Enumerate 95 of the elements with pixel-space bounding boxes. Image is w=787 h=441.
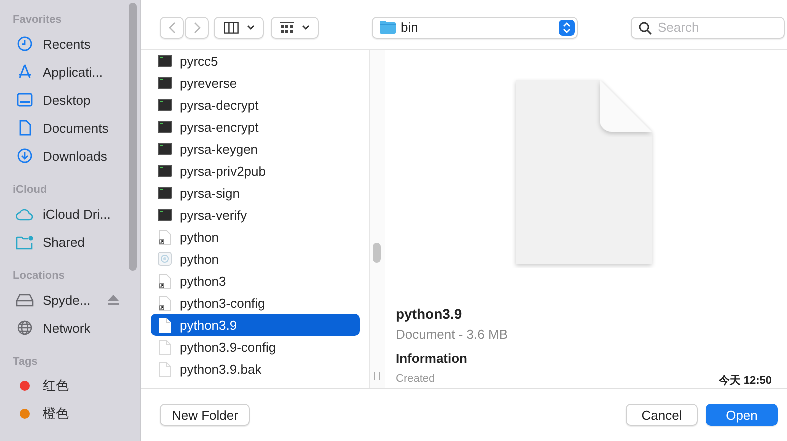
apps-icon — [17, 64, 33, 80]
sidebar-item[interactable]: Network — [43, 320, 91, 336]
alias-file-icon — [159, 274, 171, 288]
section-header: Locations — [12, 269, 66, 284]
file-row[interactable]: pyrsa-encrypt — [151, 116, 360, 138]
sidebar-item[interactable]: Downloads — [43, 148, 108, 164]
columns-icon — [224, 22, 238, 34]
sidebar-item[interactable]: Recents — [43, 36, 91, 52]
file-name: pyrcc5 — [180, 54, 218, 68]
folder-icon — [380, 21, 396, 34]
file-row[interactable]: python3.9.bak — [151, 358, 360, 380]
globe-icon — [17, 320, 33, 336]
file-row[interactable]: pyrsa-priv2pub — [151, 160, 360, 182]
sidebar-item[interactable]: 橙色 — [43, 405, 69, 423]
file-name: python3.9-config — [180, 340, 276, 354]
document-icon — [159, 318, 171, 332]
file-row[interactable]: pyrcc5 — [151, 50, 360, 72]
file-name: pyrsa-sign — [180, 186, 240, 200]
file-row[interactable]: pyrsa-sign — [151, 182, 360, 204]
file-name: pyrsa-verify — [180, 208, 248, 222]
chevron-left-icon — [168, 22, 176, 34]
file-name: pyrsa-decrypt — [180, 98, 259, 112]
sidebar-item[interactable]: 红色 — [43, 377, 69, 395]
file-row[interactable]: python3.9 — [151, 314, 360, 336]
section-header: iCloud — [12, 183, 48, 198]
file-summary: Document - 3.6 MB — [396, 327, 509, 342]
sidebar-item[interactable]: iCloud Dri... — [43, 206, 111, 222]
terminal-icon — [158, 209, 172, 221]
terminal-icon — [158, 99, 172, 111]
executable-file-icon — [158, 252, 172, 266]
section-header: Favorites — [12, 13, 63, 28]
file-name: pyreverse — [180, 76, 238, 90]
chevron-down-icon — [302, 25, 310, 30]
file-name: pyrsa-keygen — [180, 142, 258, 156]
file-row[interactable]: python3.9-config — [151, 336, 360, 358]
file-name: python3 — [180, 274, 226, 288]
grid-icon — [280, 22, 294, 34]
file-name: python3.9.bak — [180, 362, 262, 376]
sidebar-item[interactable]: Desktop — [43, 92, 91, 108]
file-row[interactable]: python3-config — [151, 292, 360, 314]
detail-value: 今天 12:50 — [718, 374, 772, 388]
cloud-icon — [16, 208, 34, 220]
sidebar-item[interactable]: Documents — [43, 120, 109, 136]
terminal-icon — [158, 187, 172, 199]
location-popup[interactable]: bin — [372, 16, 578, 38]
sidebar-item[interactable]: Applicati... — [43, 64, 103, 80]
scrollbar-thumb[interactable] — [373, 243, 381, 263]
forward-button[interactable] — [185, 16, 209, 38]
view-mode-button[interactable] — [214, 16, 264, 38]
terminal-icon — [158, 55, 172, 67]
file-row[interactable]: python — [151, 248, 360, 270]
drive-icon — [16, 294, 34, 306]
file-name: python — [180, 230, 220, 244]
terminal-icon — [158, 77, 172, 89]
clock-icon — [17, 36, 33, 52]
new-folder-button[interactable]: New Folder — [160, 404, 250, 426]
file-title: python3.9 — [396, 306, 464, 322]
stepper-icon — [559, 20, 575, 36]
file-row[interactable]: python3 — [151, 270, 360, 292]
eject-icon[interactable] — [108, 295, 119, 305]
download-icon — [17, 148, 33, 164]
file-row[interactable]: pyrsa-keygen — [151, 138, 360, 160]
scrollbar-thumb[interactable] — [129, 3, 137, 271]
detail-label: Created — [396, 373, 436, 387]
document-icon — [18, 120, 32, 136]
open-button[interactable]: Open — [706, 404, 778, 426]
section-heading: Information — [396, 351, 468, 366]
search-field[interactable]: Search — [631, 16, 785, 38]
file-name: pyrsa-encrypt — [180, 120, 259, 134]
document-icon — [159, 340, 171, 354]
terminal-icon — [158, 143, 172, 155]
sidebar-item[interactable]: Spyde... — [43, 292, 91, 308]
shared-folder-icon — [16, 234, 34, 250]
document-icon — [159, 362, 171, 376]
desktop-icon — [17, 93, 33, 107]
file-name: python3-config — [180, 296, 266, 310]
file-row[interactable]: pyrsa-decrypt — [151, 94, 360, 116]
group-button[interactable] — [271, 16, 319, 38]
alias-file-icon — [159, 230, 171, 244]
alias-file-icon — [159, 296, 171, 310]
file-name: pyrsa-priv2pub — [180, 164, 266, 178]
terminal-icon — [158, 121, 172, 133]
section-header: Tags — [12, 355, 39, 370]
file-name: python — [180, 252, 220, 266]
chevron-down-icon — [246, 25, 254, 30]
file-row[interactable]: pyreverse — [151, 72, 360, 94]
chevron-right-icon — [194, 22, 200, 34]
back-button[interactable] — [160, 16, 184, 38]
file-name: python3.9 — [180, 318, 238, 332]
terminal-icon — [158, 165, 172, 177]
file-row[interactable]: pyrsa-verify — [151, 204, 360, 226]
file-row[interactable]: python — [151, 226, 360, 248]
sidebar-item[interactable]: Shared — [43, 234, 85, 250]
resize-handle[interactable] — [374, 372, 380, 380]
cancel-button[interactable]: Cancel — [626, 404, 698, 426]
